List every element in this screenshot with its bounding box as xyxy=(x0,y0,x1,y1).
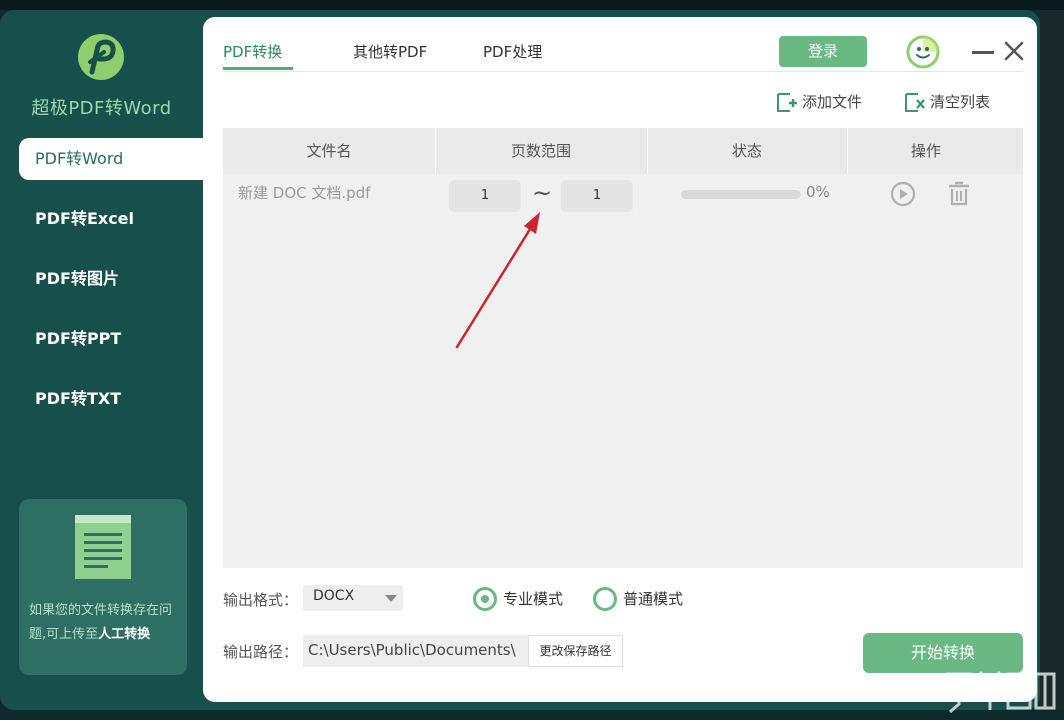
column-header-filename: 文件名 xyxy=(306,142,352,160)
tab-pdf-convert[interactable]: PDF转换 xyxy=(223,41,282,62)
progress-percent: 0% xyxy=(806,183,830,201)
file-table: 文件名 页数范围 状态 操作 新建 DOC 文档.pdf ~ 0% xyxy=(223,128,1023,568)
manual-conversion-link[interactable]: 人工转换 xyxy=(98,627,150,642)
active-tab-indicator xyxy=(223,67,293,70)
tab-divider xyxy=(223,71,1023,72)
clear-list-icon xyxy=(905,93,925,112)
delete-icon[interactable] xyxy=(947,180,971,206)
logo-icon xyxy=(78,34,124,80)
output-format-label: 输出格式： xyxy=(223,591,299,609)
main-panel: PDF转换 其他转PDF PDF处理 登录 添加文件 清空列表 文件名 页数范围… xyxy=(203,17,1037,702)
sidebar-item-pdf-to-image[interactable]: PDF转图片 xyxy=(0,258,203,318)
tab-other-to-pdf[interactable]: 其他转PDF xyxy=(353,41,427,62)
login-button[interactable]: 登录 xyxy=(779,36,867,67)
output-path-value: C:\Users\Public\Documents\ xyxy=(308,641,516,659)
output-format-select[interactable]: DOCX xyxy=(303,585,403,611)
change-path-button[interactable]: 更改保存路径 xyxy=(528,635,623,667)
column-header-actions: 操作 xyxy=(910,142,941,160)
radio-circle xyxy=(473,587,497,611)
sidebar-item-pdf-to-txt[interactable]: PDF转TXT xyxy=(0,378,203,438)
play-icon[interactable] xyxy=(890,181,916,207)
sidebar-item-pdf-to-word[interactable]: PDF转Word xyxy=(19,138,203,180)
column-header-status: 状态 xyxy=(731,142,762,160)
smiley-chat-icon[interactable] xyxy=(906,35,940,69)
page-range-separator: ~ xyxy=(532,179,553,207)
add-file-label: 添加文件 xyxy=(802,93,863,111)
mode-normal-label: 普通模式 xyxy=(623,590,684,608)
page-to-input[interactable] xyxy=(561,180,633,212)
app-title: 超极PDF转Word xyxy=(31,98,172,119)
table-header: 文件名 页数范围 状态 操作 xyxy=(223,128,1023,174)
column-header-page-range: 页数范围 xyxy=(510,142,571,160)
tab-pdf-process[interactable]: PDF处理 xyxy=(483,41,542,62)
mode-pro-label: 专业模式 xyxy=(503,590,564,608)
output-format-value: DOCX xyxy=(313,588,355,604)
help-text: 如果您的文件转换存在问题,可上传至人工转换 xyxy=(29,599,184,647)
radio-selected-dot xyxy=(481,595,489,603)
file-name: 新建 DOC 文档.pdf xyxy=(238,184,371,202)
close-icon[interactable] xyxy=(1003,40,1025,62)
document-icon xyxy=(75,515,131,579)
chevron-down-icon xyxy=(385,595,397,602)
app-logo: 超极PDF转Word xyxy=(0,32,203,132)
clear-list-label: 清空列表 xyxy=(930,93,991,111)
desktop-top-strip xyxy=(0,0,1064,10)
output-path-label: 输出路径： xyxy=(223,643,299,661)
conversion-progress-bar xyxy=(681,190,801,199)
desktop-right-edge xyxy=(1040,10,1064,710)
sidebar-nav: PDF转Word PDF转Excel PDF转图片 PDF转PPT PDF转TX… xyxy=(0,138,203,438)
radio-circle xyxy=(593,587,617,611)
watermark-logo xyxy=(946,671,1056,714)
sidebar-item-pdf-to-ppt[interactable]: PDF转PPT xyxy=(0,318,203,378)
minimize-icon xyxy=(972,51,994,54)
add-file-icon xyxy=(777,93,797,112)
manual-conversion-card[interactable]: 如果您的文件转换存在问题,可上传至人工转换 xyxy=(19,499,187,675)
sidebar-item-pdf-to-excel[interactable]: PDF转Excel xyxy=(0,198,203,258)
table-row: 新建 DOC 文档.pdf ~ 0% xyxy=(223,174,1023,218)
minimize-button[interactable] xyxy=(972,42,994,64)
page-from-input[interactable] xyxy=(449,180,521,212)
